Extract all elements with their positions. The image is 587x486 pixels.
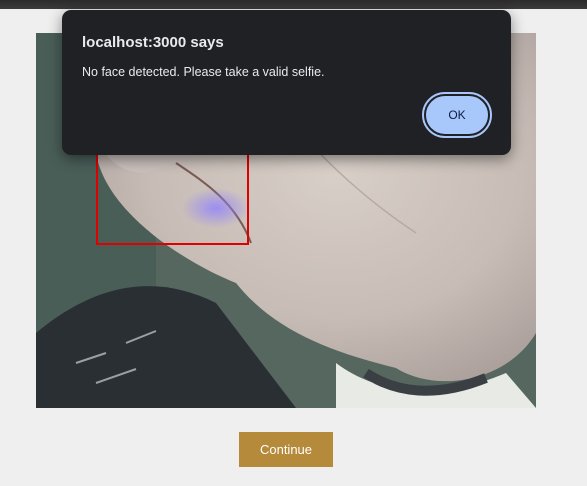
dialog-title: localhost:3000 says: [82, 34, 224, 51]
browser-top-bar: [0, 0, 587, 9]
face-detection-box: [96, 149, 249, 245]
alert-dialog: localhost:3000 says No face detected. Pl…: [62, 10, 511, 155]
ok-button[interactable]: OK: [422, 92, 492, 138]
dialog-message: No face detected. Please take a valid se…: [82, 65, 325, 79]
continue-button[interactable]: Continue: [239, 432, 333, 467]
